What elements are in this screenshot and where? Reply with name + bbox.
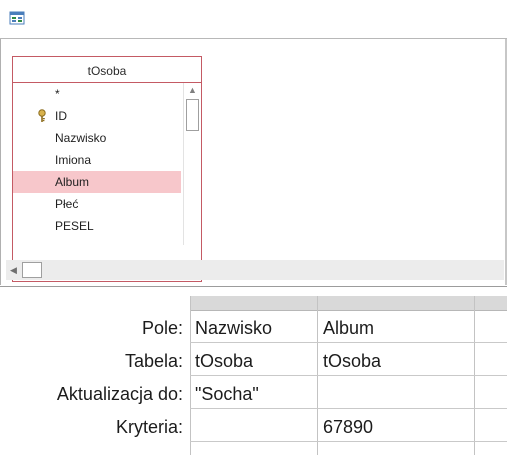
field-label: Nazwisko <box>55 131 107 145</box>
cell-criteria-col2[interactable]: 67890 <box>323 417 373 438</box>
field-pesel[interactable]: PESEL <box>13 215 181 237</box>
cell-table-col2[interactable]: tOsoba <box>323 351 381 372</box>
field-all-columns[interactable]: * <box>13 83 181 105</box>
table-pane: tOsoba * ID Nazwisko Imiona Album Płeć P… <box>0 39 507 285</box>
table-title[interactable]: tOsoba <box>13 57 201 83</box>
field-label: Album <box>55 175 90 189</box>
row-label-table: Tabela: <box>124 351 183 371</box>
row-label-field: Pole: <box>141 318 183 338</box>
field-id[interactable]: ID <box>13 105 181 127</box>
row-label-update-to: Aktualizacja do: <box>56 384 183 404</box>
query-toolbar <box>0 0 507 39</box>
field-label: * <box>55 87 60 101</box>
table-pane-horizontal-scrollbar[interactable]: ◀ <box>6 260 504 280</box>
field-label: Płeć <box>55 197 79 211</box>
grid-row-separator <box>190 342 507 343</box>
scroll-left-arrow-icon[interactable]: ◀ <box>6 260 21 280</box>
field-list: * ID Nazwisko Imiona Album Płeć PESEL <box>13 83 181 245</box>
field-album[interactable]: Album <box>13 171 181 193</box>
row-label-criteria: Kryteria: <box>115 417 183 437</box>
field-label: Imiona <box>55 153 92 167</box>
vertical-scroll-thumb[interactable] <box>186 99 199 131</box>
cell-field-col1[interactable]: Nazwisko <box>195 318 272 339</box>
column-selector-strip[interactable] <box>190 296 507 311</box>
field-label: PESEL <box>55 219 94 233</box>
cell-update-to-col1[interactable]: "Socha" <box>195 384 259 405</box>
field-nazwisko[interactable]: Nazwisko <box>13 127 181 149</box>
design-view-icon[interactable] <box>9 10 25 26</box>
scroll-up-arrow-icon[interactable]: ▲ <box>184 83 201 97</box>
query-design-grid: Pole: Tabela: Aktualizacja do: Kryteria:… <box>0 286 507 455</box>
query-design-window: tOsoba * ID Nazwisko Imiona Album Płeć P… <box>0 0 507 455</box>
field-list-vertical-scrollbar[interactable]: ▲ ▼ <box>183 83 201 268</box>
field-label: ID <box>55 109 67 123</box>
table-field-list[interactable]: tOsoba * ID Nazwisko Imiona Album Płeć P… <box>12 56 202 282</box>
cell-field-col2[interactable]: Album <box>323 318 374 339</box>
horizontal-scroll-thumb[interactable] <box>22 262 42 278</box>
grid-row-separator <box>190 441 507 442</box>
grid-row-separator <box>190 408 507 409</box>
field-imiona[interactable]: Imiona <box>13 149 181 171</box>
grid-row-separator <box>190 375 507 376</box>
field-plec[interactable]: Płeć <box>13 193 181 215</box>
primary-key-icon <box>38 109 46 122</box>
cell-table-col1[interactable]: tOsoba <box>195 351 253 372</box>
